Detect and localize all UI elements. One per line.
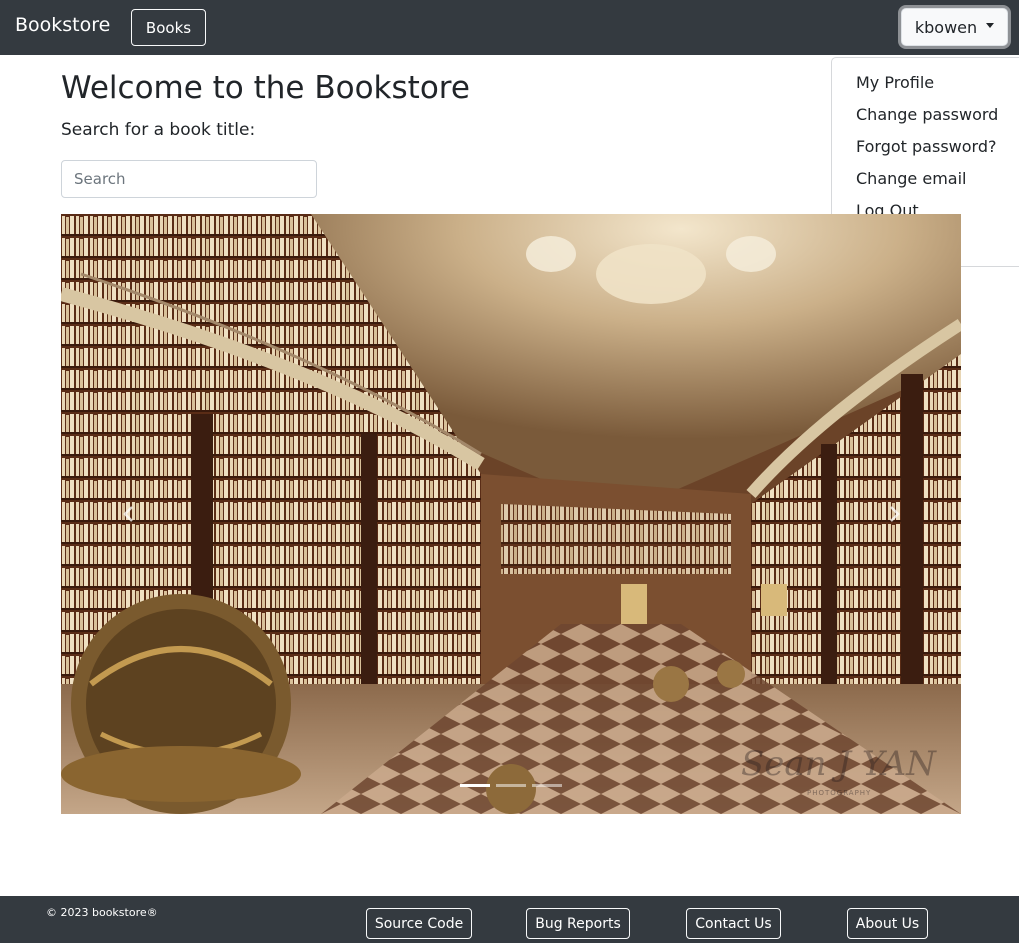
user-menu-button[interactable]: kbowen — [901, 8, 1008, 46]
copyright-text: © 2023 bookstore® — [46, 906, 158, 919]
dropdown-item-change-password[interactable]: Change password — [832, 99, 1019, 131]
search-input[interactable] — [61, 160, 317, 198]
contact-us-button[interactable]: Contact Us — [686, 908, 781, 939]
carousel-indicator[interactable] — [460, 784, 490, 787]
chevron-right-icon — [890, 506, 900, 522]
dropdown-item-my-profile[interactable]: My Profile — [832, 67, 1019, 99]
navbar: Bookstore Books kbowen — [0, 0, 1019, 55]
footer: © 2023 bookstore® Source Code Bug Report… — [0, 896, 1019, 943]
caret-down-icon — [986, 22, 995, 28]
bug-reports-button[interactable]: Bug Reports — [526, 908, 630, 939]
photographer-watermark-sub: PHOTOGRAPHY — [807, 789, 872, 797]
carousel-indicators — [460, 784, 562, 787]
carousel-indicator[interactable] — [496, 784, 526, 787]
navbar-brand[interactable]: Bookstore — [15, 14, 110, 36]
library-carousel: Sean J YAN PHOTOGRAPHY — [61, 214, 961, 814]
carousel-indicator[interactable] — [532, 784, 562, 787]
library-hall-image — [61, 214, 961, 814]
books-nav-button[interactable]: Books — [131, 9, 206, 46]
carousel-prev-button[interactable] — [114, 499, 144, 529]
dropdown-item-change-email[interactable]: Change email — [832, 163, 1019, 195]
carousel-next-button[interactable] — [879, 499, 909, 529]
dropdown-item-forgot-password[interactable]: Forgot password? — [832, 131, 1019, 163]
user-menu-label: kbowen — [914, 17, 978, 37]
photographer-watermark: Sean J YAN — [741, 744, 936, 784]
chevron-left-icon — [123, 506, 133, 522]
about-us-button[interactable]: About Us — [847, 908, 928, 939]
source-code-button[interactable]: Source Code — [366, 908, 472, 939]
page-title: Welcome to the Bookstore — [61, 70, 470, 106]
search-label: Search for a book title: — [61, 120, 256, 140]
